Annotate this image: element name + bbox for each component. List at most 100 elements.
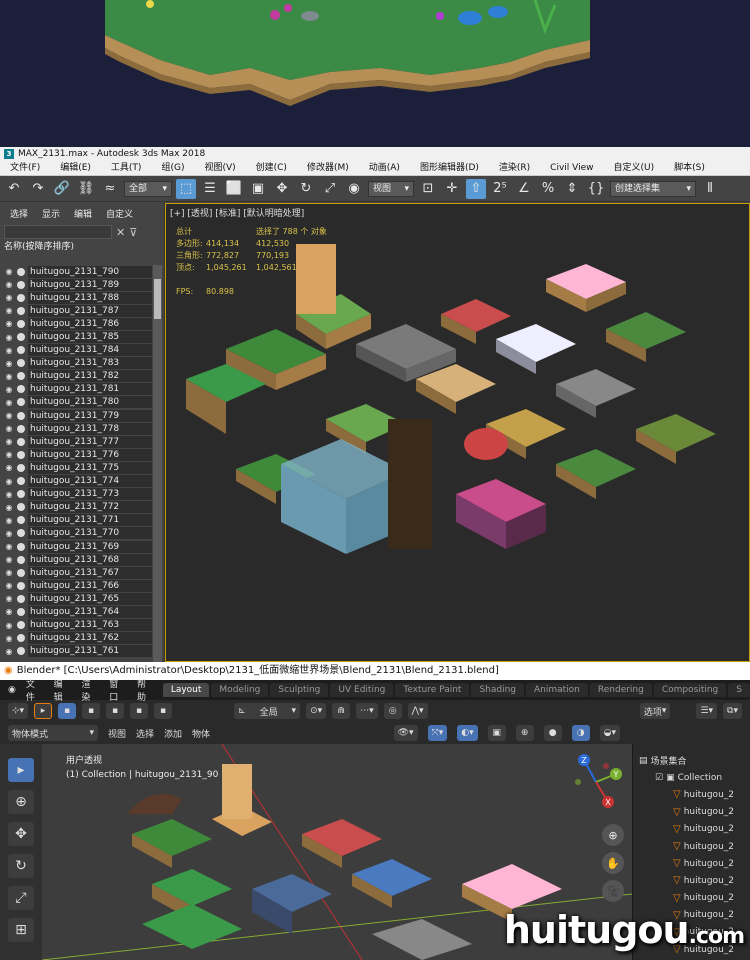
- select-tool-icon[interactable]: ▸: [8, 758, 34, 782]
- explorer-row[interactable]: ◉ huitugou_2131_785: [4, 330, 152, 344]
- explorer-row[interactable]: ◉ huitugou_2131_773: [4, 488, 152, 501]
- window-crossing-icon[interactable]: ▣: [248, 179, 268, 199]
- bind-icon[interactable]: ≈: [100, 179, 120, 199]
- bl-menu-edit[interactable]: 编辑: [54, 677, 70, 703]
- menu-scripting[interactable]: 脚本(S): [664, 161, 715, 175]
- spinner-snap-icon[interactable]: ⇕: [562, 179, 582, 199]
- collection-row[interactable]: ☑ ▣ Collection: [633, 769, 750, 786]
- freeze-dot-icon[interactable]: [17, 359, 25, 368]
- explorer-row[interactable]: ◉ huitugou_2131_770: [4, 527, 152, 540]
- select-icon[interactable]: ⬚: [176, 178, 196, 199]
- freeze-dot-icon[interactable]: [17, 306, 25, 315]
- shading-material-icon[interactable]: ◑: [571, 725, 590, 741]
- bl-object-menu[interactable]: 物体: [192, 727, 210, 740]
- outliner-display-mode-icon[interactable]: ☰▾: [696, 703, 718, 719]
- ref-coord-dropdown[interactable]: 视图 ▾: [368, 180, 414, 197]
- explorer-row[interactable]: ◉ huitugou_2131_771: [4, 514, 152, 527]
- rect-select-icon[interactable]: ⬜: [224, 179, 244, 199]
- explorer-row[interactable]: ◉ huitugou_2131_775: [4, 461, 152, 474]
- shading-wireframe-icon[interactable]: ⊕: [515, 725, 534, 741]
- visibility-eye-icon[interactable]: ◉: [4, 437, 14, 446]
- explorer-tab-customize[interactable]: 自定义: [106, 207, 133, 220]
- freeze-dot-icon[interactable]: [17, 529, 25, 538]
- unlink-icon[interactable]: ⛓: [76, 179, 96, 199]
- tab-layout[interactable]: Layout: [162, 683, 210, 697]
- angle-snap-icon[interactable]: ∠: [514, 179, 534, 199]
- explorer-row[interactable]: ◉ huitugou_2131_779: [4, 409, 152, 422]
- outliner-filter-icon[interactable]: ⧉▾: [723, 703, 742, 719]
- freeze-dot-icon[interactable]: [17, 503, 25, 512]
- select-by-name-icon[interactable]: ☰: [200, 179, 220, 199]
- explorer-column-header[interactable]: 名称(按降序排序): [0, 241, 164, 253]
- visibility-eye-icon[interactable]: ◉: [4, 267, 14, 276]
- options-dropdown[interactable]: 选项 ▾: [639, 703, 671, 719]
- move-icon[interactable]: ✥: [272, 179, 292, 199]
- blender-menu-icon[interactable]: ◉: [0, 685, 16, 695]
- scale-icon[interactable]: ⤢: [320, 179, 340, 199]
- menu-views[interactable]: 视图(V): [194, 161, 245, 175]
- freeze-dot-icon[interactable]: [17, 437, 25, 446]
- select-mode-extend-icon[interactable]: ▪: [82, 703, 101, 719]
- redo-icon[interactable]: ↷: [28, 179, 48, 199]
- menu-customize[interactable]: 自定义(U): [604, 161, 665, 175]
- explorer-scroll-thumb[interactable]: [154, 279, 161, 319]
- freeze-dot-icon[interactable]: [17, 411, 25, 420]
- editor-type-icon[interactable]: ⊹▾: [8, 703, 29, 719]
- falloff-icon[interactable]: ⋀▾: [407, 703, 428, 719]
- edit-named-selection-icon[interactable]: {}: [586, 179, 606, 199]
- visibility-eye-icon[interactable]: ◉: [4, 293, 14, 302]
- explorer-row[interactable]: ◉ huitugou_2131_765: [4, 592, 152, 605]
- freeze-dot-icon[interactable]: [17, 621, 25, 630]
- object-mode-dropdown[interactable]: 物体模式 ▾: [8, 725, 98, 741]
- keyboard-shortcut-icon[interactable]: ⇧: [466, 178, 486, 199]
- scene-collection-row[interactable]: ▤ 场景集合: [633, 752, 750, 769]
- visibility-eye-icon[interactable]: ◉: [4, 411, 14, 420]
- explorer-search-input[interactable]: [4, 225, 112, 239]
- move-tool-icon[interactable]: ✥: [8, 822, 34, 846]
- pan-hand-icon[interactable]: ✋: [602, 852, 624, 874]
- explorer-row[interactable]: ◉ huitugou_2131_766: [4, 579, 152, 592]
- visibility-eye-icon[interactable]: ◉: [4, 319, 14, 328]
- visibility-eye-icon[interactable]: ◉: [4, 450, 14, 459]
- visibility-eye-icon[interactable]: ◉: [4, 555, 14, 564]
- visibility-eye-icon[interactable]: ◉: [4, 542, 14, 551]
- explorer-row[interactable]: ◉ huitugou_2131_781: [4, 383, 152, 396]
- bl-view-menu[interactable]: 视图: [108, 727, 126, 740]
- tab-compositing[interactable]: Compositing: [653, 683, 727, 697]
- explorer-tab-select[interactable]: 选择: [10, 207, 28, 220]
- freeze-dot-icon[interactable]: [17, 647, 25, 656]
- transform-tool-icon[interactable]: ⊞: [8, 918, 34, 942]
- shading-solid-icon[interactable]: ●: [543, 725, 562, 741]
- freeze-dot-icon[interactable]: [17, 634, 25, 643]
- explorer-row[interactable]: ◉ huitugou_2131_777: [4, 435, 152, 448]
- menu-modifiers[interactable]: 修改器(M): [297, 161, 359, 175]
- visibility-eye-icon[interactable]: ◉: [4, 594, 14, 603]
- explorer-row[interactable]: ◉ huitugou_2131_788: [4, 291, 152, 304]
- menu-group[interactable]: 组(G): [151, 161, 194, 175]
- filter-icon[interactable]: ⊽: [129, 226, 137, 239]
- menu-create[interactable]: 创建(C): [246, 161, 297, 175]
- freeze-dot-icon[interactable]: [17, 280, 25, 289]
- visibility-eye-icon[interactable]: ◉: [4, 463, 14, 472]
- explorer-row[interactable]: ◉ huitugou_2131_786: [4, 317, 152, 330]
- explorer-row[interactable]: ◉ huitugou_2131_763: [4, 619, 152, 632]
- outliner-object-row[interactable]: ▽huitugou_2: [633, 838, 750, 855]
- freeze-dot-icon[interactable]: [17, 385, 25, 394]
- explorer-scrollbar[interactable]: [153, 265, 162, 662]
- select-box-icon[interactable]: ▸: [34, 703, 53, 719]
- freeze-dot-icon[interactable]: [17, 319, 25, 328]
- menu-file[interactable]: 文件(F): [0, 161, 50, 175]
- explorer-tab-display[interactable]: 显示: [42, 207, 60, 220]
- shading-rendered-icon[interactable]: ◒▾: [599, 725, 620, 741]
- explorer-row[interactable]: ◉ huitugou_2131_790: [4, 265, 152, 278]
- explorer-row[interactable]: ◉ huitugou_2131_778: [4, 422, 152, 435]
- outliner-object-row[interactable]: ▽huitugou_2: [633, 872, 750, 889]
- freeze-dot-icon[interactable]: [17, 372, 25, 381]
- visibility-eye-icon[interactable]: ◉: [4, 503, 14, 512]
- visibility-eye-icon[interactable]: ◉: [4, 581, 14, 590]
- tab-uv-editing[interactable]: UV Editing: [330, 683, 394, 697]
- menu-tools[interactable]: 工具(T): [101, 161, 152, 175]
- explorer-row[interactable]: ◉ huitugou_2131_762: [4, 632, 152, 645]
- freeze-dot-icon[interactable]: [17, 398, 25, 407]
- rotate-tool-icon[interactable]: ↻: [8, 854, 34, 878]
